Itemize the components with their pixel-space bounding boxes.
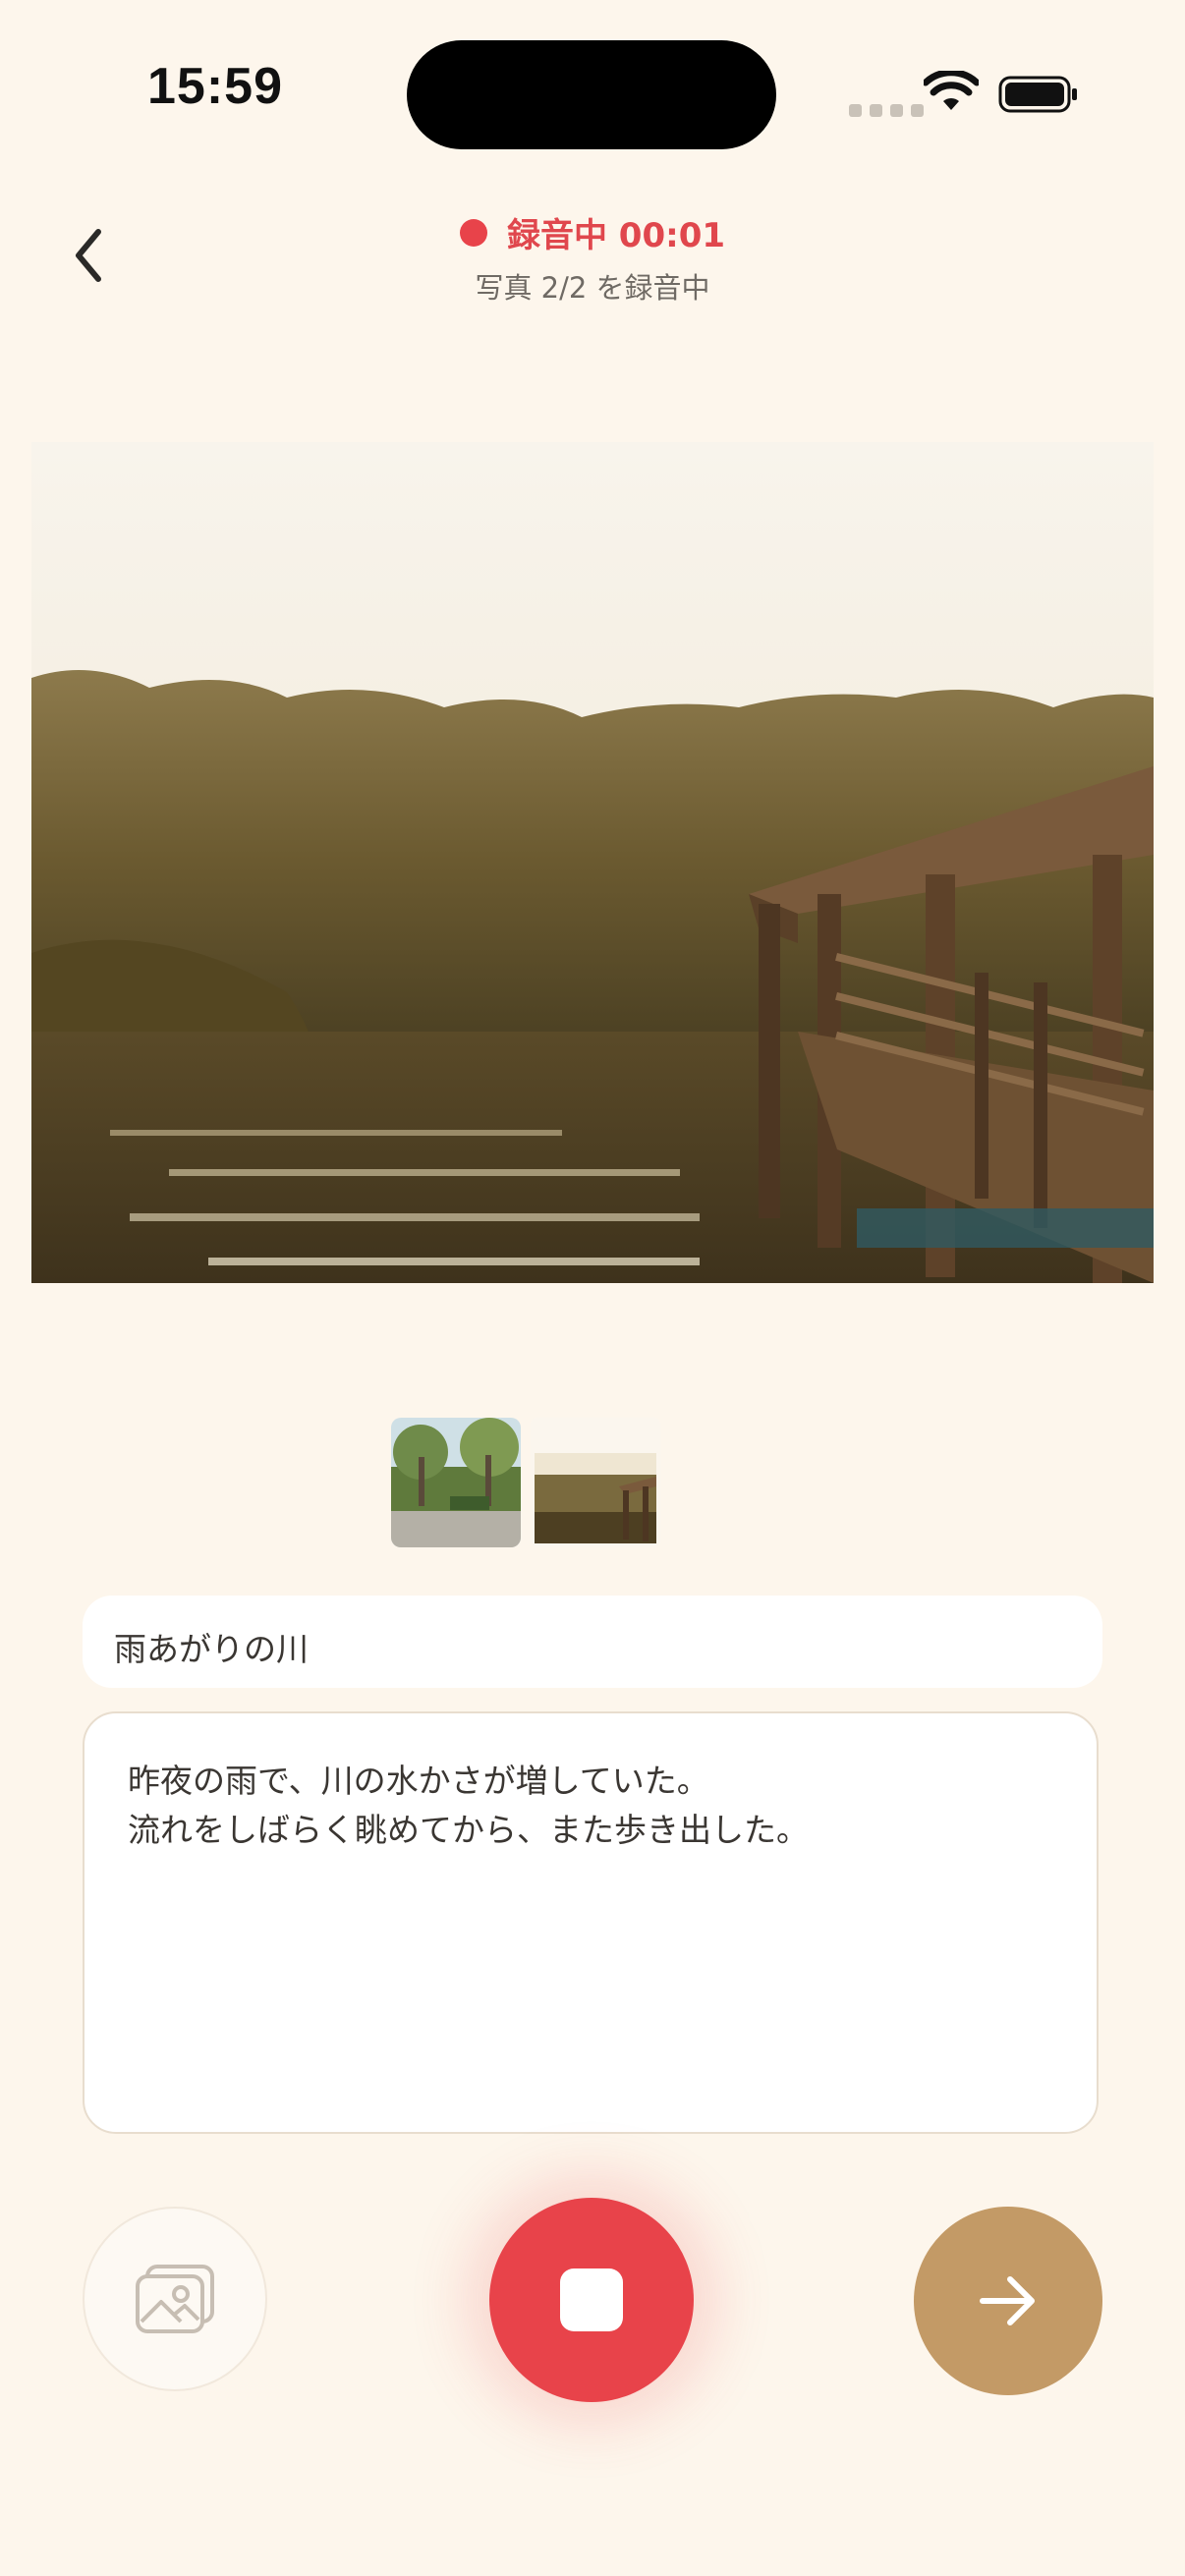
- recording-subtitle: 写真 2/2 を録音中: [475, 271, 710, 305]
- main-photo: [31, 442, 1154, 1283]
- memo-line: 昨夜の雨で、川の水かさが増していた。: [128, 1762, 709, 1800]
- recording-indicator: 録音中 00:01: [0, 208, 1185, 256]
- next-button[interactable]: [914, 2207, 1102, 2395]
- recording-label: 録音中 00:01: [506, 216, 726, 255]
- gallery-button[interactable]: [83, 2207, 267, 2391]
- title-input-value: 雨あがりの川: [114, 1630, 309, 1668]
- recording-dot-icon: [459, 218, 487, 247]
- memo-textarea[interactable]: 昨夜の雨で、川の水かさが増していた。 流れをしばらく眺めてから、また歩き出した。: [83, 1711, 1099, 2134]
- status-time: 15:59: [147, 58, 283, 115]
- photo-thumbnail-1[interactable]: [391, 1418, 521, 1547]
- title-input[interactable]: 雨あがりの川: [83, 1596, 1102, 1688]
- stop-icon: [560, 2268, 623, 2331]
- photo-thumbnail-2[interactable]: [531, 1418, 660, 1547]
- gallery-icon: [136, 2265, 214, 2333]
- memo-line: 流れをしばらく眺めてから、また歩き出した。: [128, 1811, 809, 1849]
- stop-recording-button[interactable]: [489, 2198, 694, 2402]
- dynamic-island: [407, 40, 776, 149]
- wifi-icon: [924, 71, 979, 110]
- battery-icon: [998, 76, 1077, 113]
- arrow-right-icon: [980, 2276, 1035, 2325]
- cellular-signal-icon: [849, 104, 924, 117]
